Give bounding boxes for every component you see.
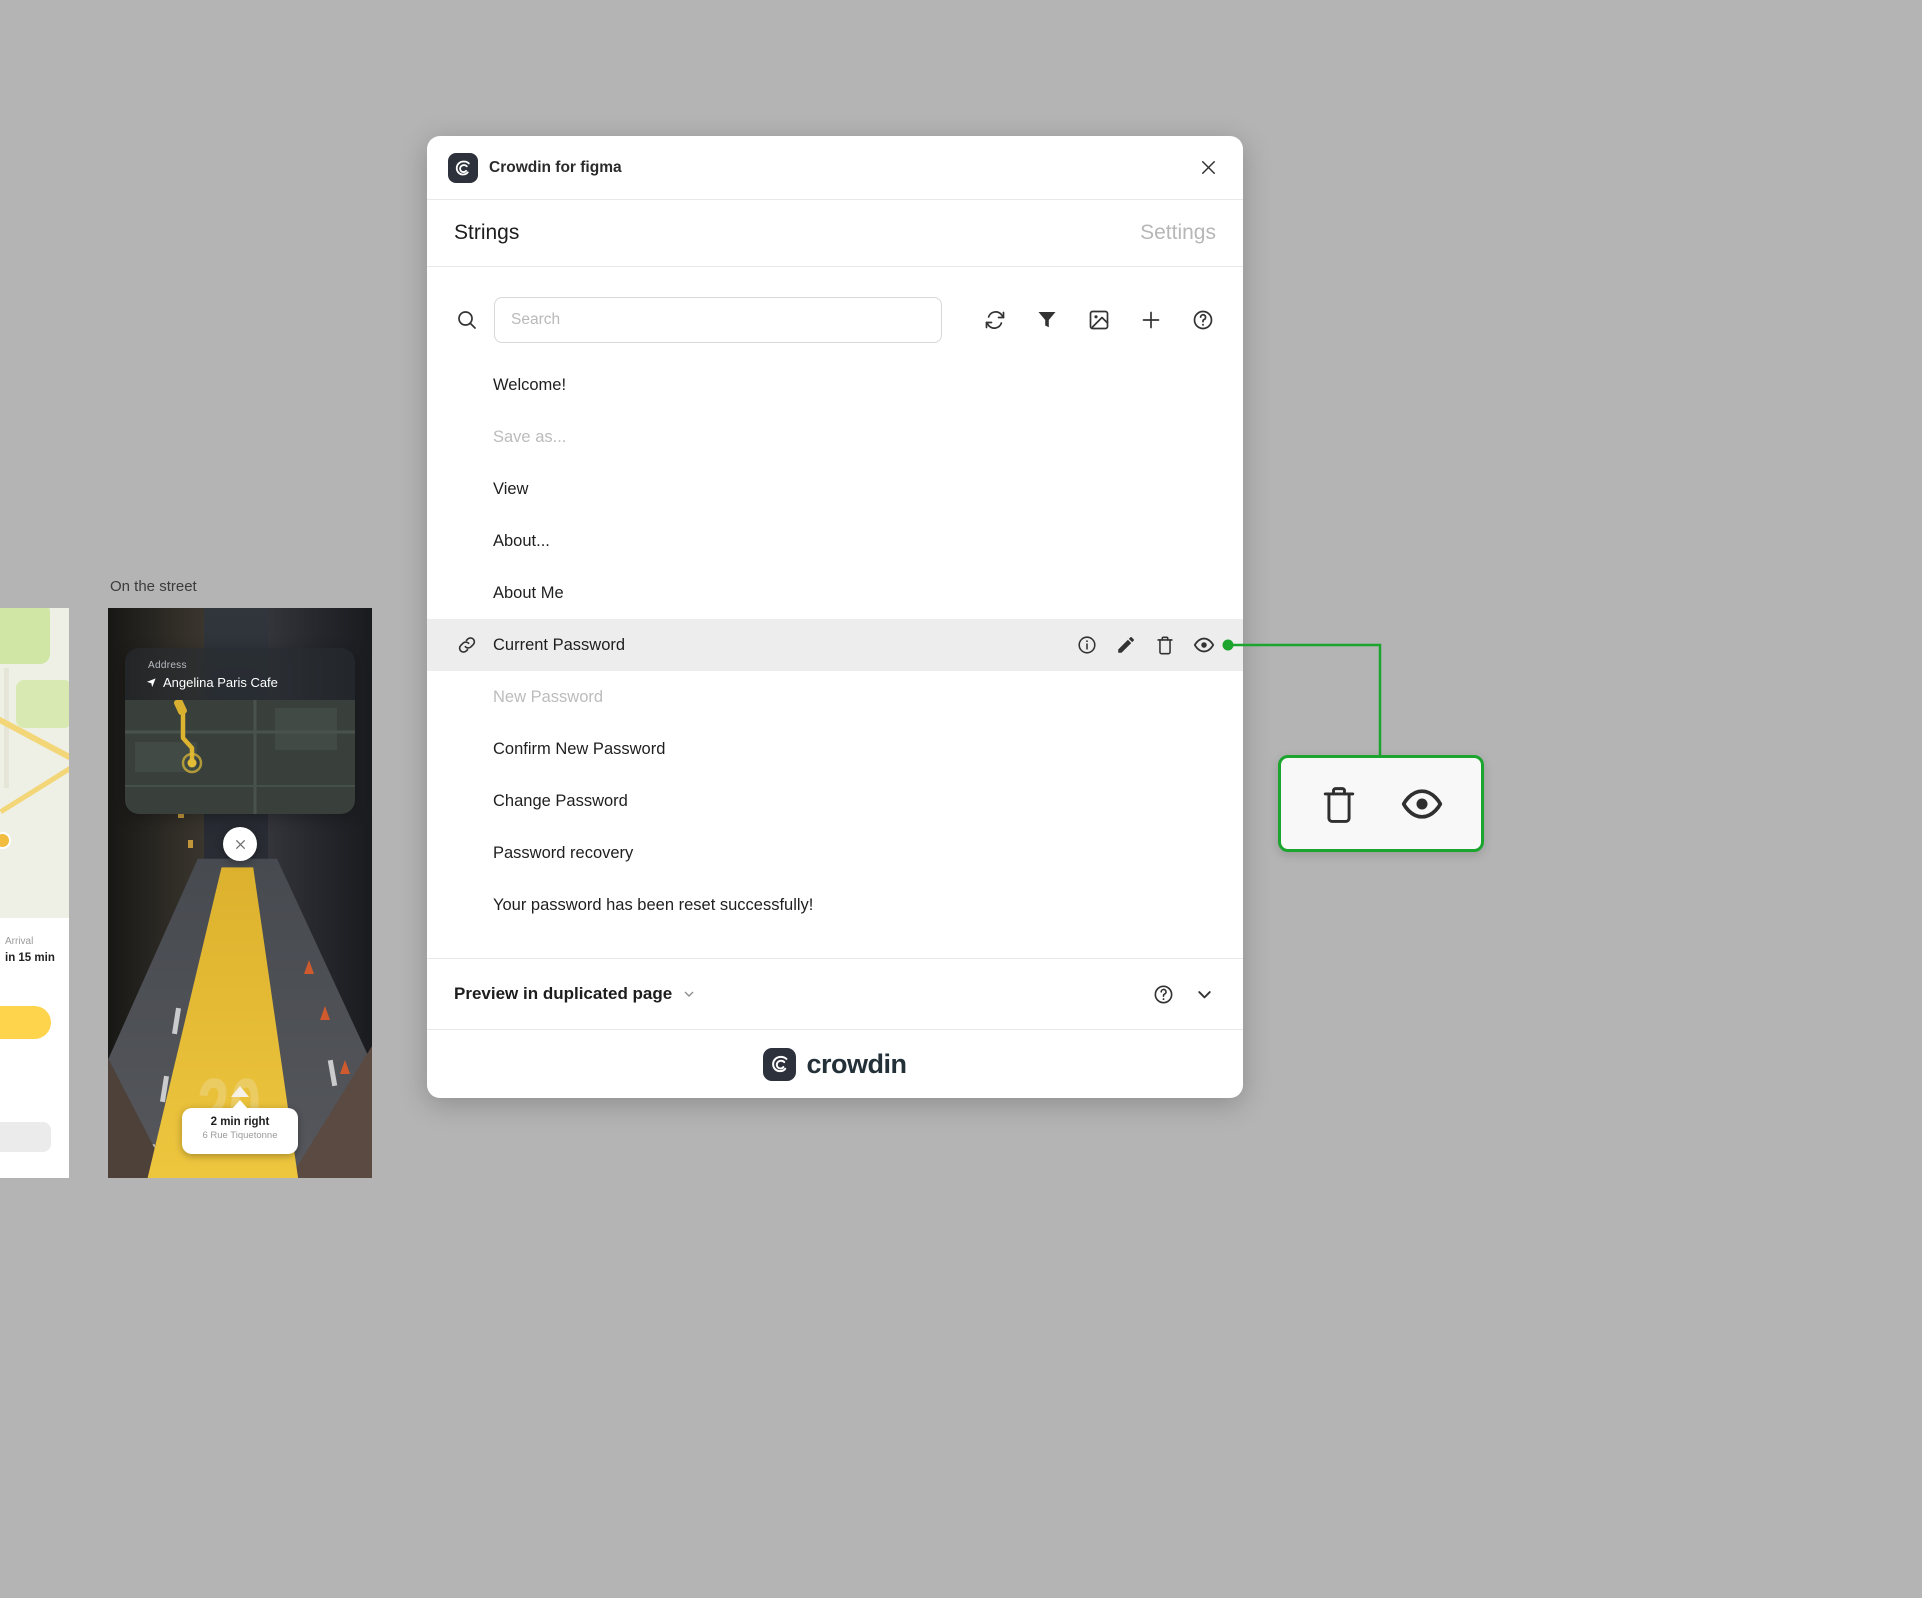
strings-list: Welcome! Save as... View About... About … (427, 359, 1243, 958)
direction-card-notch (232, 1100, 248, 1109)
string-row[interactable]: Confirm New Password (427, 723, 1243, 775)
string-label: About Me (493, 583, 564, 602)
plugin-header: Crowdin for figma (427, 136, 1243, 200)
plugin-toolbar (427, 267, 1243, 359)
arrival-time: in 15 min (5, 952, 55, 964)
string-label: Your password has been reset successfull… (493, 895, 814, 914)
close-icon (235, 839, 245, 849)
plugin-tab-bar: Strings Settings (427, 200, 1243, 267)
close-icon[interactable] (1194, 154, 1222, 182)
eye-icon (1401, 788, 1443, 819)
refresh-icon[interactable] (983, 308, 1007, 332)
gray-button-partial (0, 1122, 51, 1152)
chevron-down-icon[interactable] (681, 986, 697, 1002)
search-icon (458, 311, 476, 329)
help-icon[interactable] (1152, 983, 1175, 1006)
map-design-frame: Arrival in 15 min (0, 608, 69, 1178)
map-marker (0, 834, 9, 847)
street-design-frame: 20 Address Angelina Paris Cafe 2 (108, 608, 372, 1178)
address-label: Address (148, 660, 187, 671)
mini-map-graphic (125, 698, 355, 814)
string-label: Current Password (493, 635, 626, 654)
delete-icon[interactable] (1154, 634, 1176, 656)
mini-map (125, 698, 355, 814)
filter-icon[interactable] (1035, 308, 1059, 332)
plus-icon[interactable] (1139, 308, 1163, 332)
info-icon[interactable] (1076, 634, 1098, 656)
edit-icon[interactable] (1115, 634, 1137, 656)
string-label: Change Password (493, 791, 628, 810)
chevron-down-icon[interactable] (1193, 983, 1216, 1006)
traffic-cone (340, 1060, 350, 1074)
string-row[interactable]: Save as... (427, 411, 1243, 463)
string-row[interactable]: Welcome! (427, 359, 1243, 411)
string-row[interactable]: View (427, 463, 1243, 515)
navigation-icon (146, 678, 156, 688)
plugin-footer: crowdin (427, 1030, 1243, 1098)
string-label: Confirm New Password (493, 739, 666, 758)
traffic-cone (304, 960, 314, 974)
image-icon[interactable] (1087, 308, 1111, 332)
close-route-button[interactable] (223, 827, 257, 861)
string-label: Welcome! (493, 375, 567, 394)
map-road-shape (0, 763, 69, 814)
string-row[interactable]: New Password (427, 671, 1243, 723)
preview-bar: Preview in duplicated page (427, 958, 1243, 1030)
tab-strings[interactable]: Strings (454, 221, 519, 245)
crowdin-logo-icon (448, 152, 478, 183)
yellow-button-partial (0, 1006, 51, 1039)
string-row[interactable]: Change Password (427, 775, 1243, 827)
string-label: Save as... (493, 427, 567, 446)
crowdin-wordmark: crowdin (806, 1048, 907, 1079)
frame-label[interactable]: On the street (110, 578, 197, 595)
traffic-cone (320, 1006, 330, 1020)
row-actions (1076, 634, 1215, 656)
direction-card: 2 min right 6 Rue Tiquetonne (182, 1100, 298, 1154)
link-icon (458, 637, 476, 653)
direction-title: 2 min right (210, 1116, 270, 1128)
plugin-title: Crowdin for figma (489, 158, 622, 176)
eye-icon[interactable] (1193, 634, 1215, 656)
string-row[interactable]: Your password has been reset successfull… (427, 879, 1243, 931)
actions-zoom-callout (1278, 755, 1484, 852)
delete-icon (1323, 786, 1355, 823)
tab-settings[interactable]: Settings (1140, 221, 1216, 245)
arrival-label: Arrival (5, 936, 34, 947)
help-icon[interactable] (1191, 308, 1215, 332)
search-input[interactable] (494, 297, 942, 343)
window-light (188, 840, 193, 848)
string-label: New Password (493, 687, 604, 706)
string-row[interactable]: About... (427, 515, 1243, 567)
string-row-current-password[interactable]: Current Password (427, 619, 1243, 671)
path-arrow (231, 1086, 249, 1097)
string-row[interactable]: About Me (427, 567, 1243, 619)
direction-subtitle: 6 Rue Tiquetonne (202, 1130, 278, 1141)
preview-label[interactable]: Preview in duplicated page (454, 984, 672, 1004)
map-preview (0, 608, 69, 918)
crowdin-plugin-window: Crowdin for figma Strings Settings Welco… (427, 136, 1243, 1098)
string-row[interactable]: Password recovery (427, 827, 1243, 879)
map-park-shape (0, 608, 50, 664)
string-label: About... (493, 531, 550, 550)
address-card: Address Angelina Paris Cafe (125, 648, 355, 814)
string-label: View (493, 479, 529, 498)
string-label: Password recovery (493, 843, 634, 862)
address-value: Angelina Paris Cafe (163, 675, 278, 690)
map-park-shape (16, 680, 69, 728)
crowdin-logo-icon (763, 1047, 797, 1081)
